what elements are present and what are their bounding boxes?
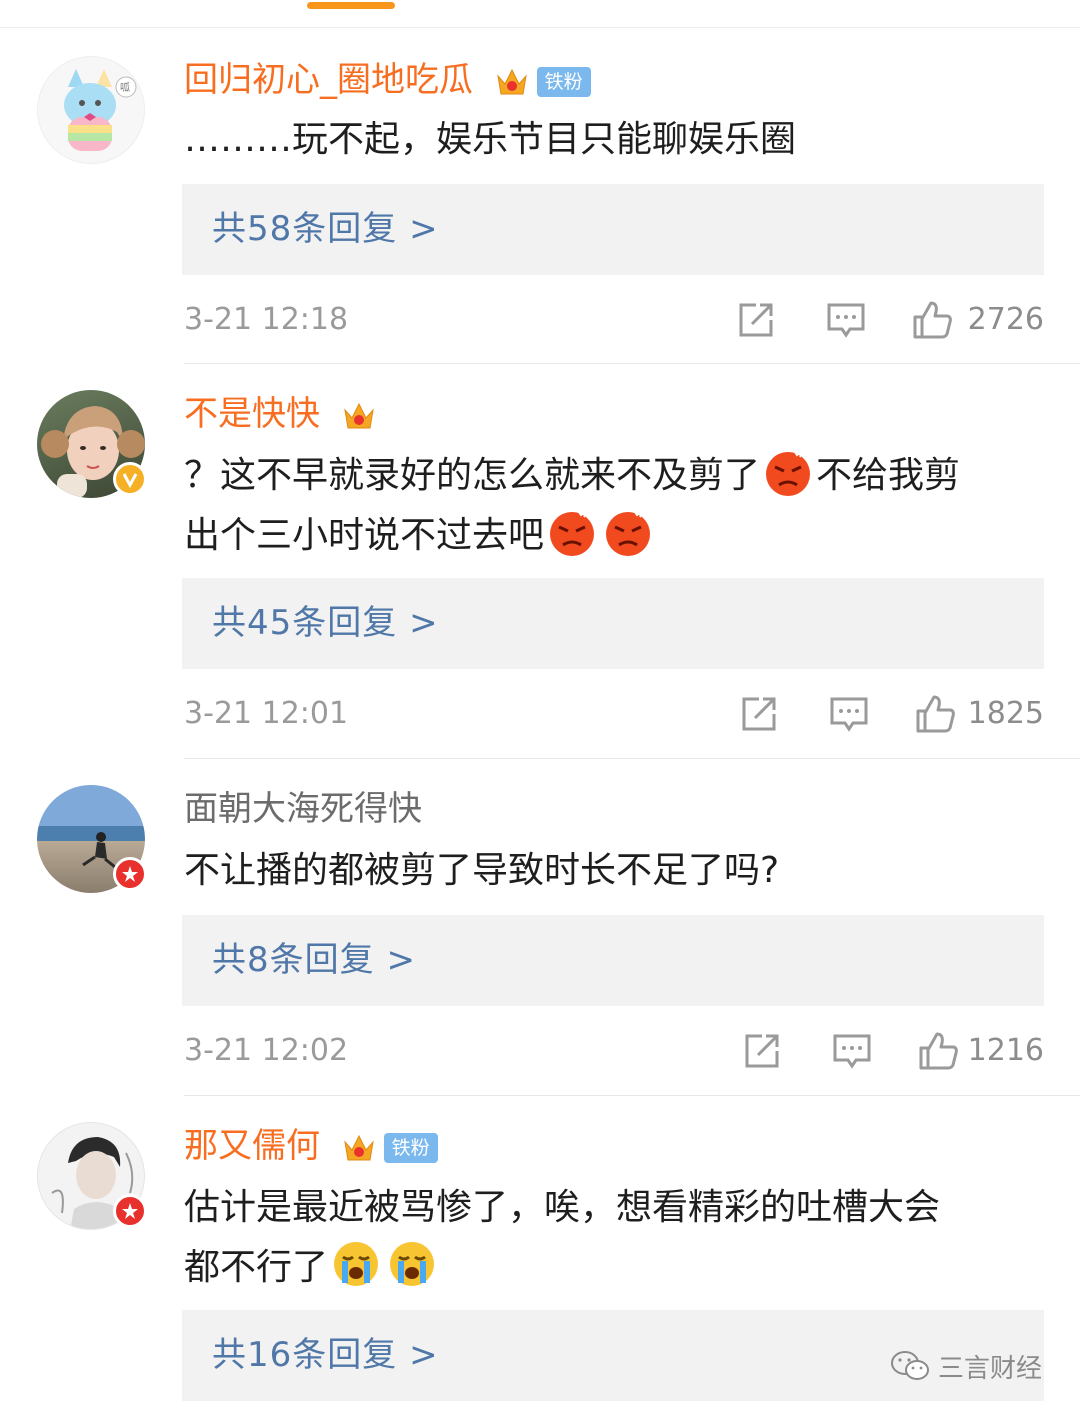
- watermark-text: 三言财经: [938, 1353, 1043, 1384]
- svg-text:呱: 呱: [120, 81, 130, 94]
- comment-item: 不是快快 ？这不早就录好的怎么就来不及剪了 不给我剪 出个三小时说不过去吧 共4…: [0, 364, 1080, 759]
- avatar[interactable]: [37, 390, 147, 498]
- username-text[interactable]: 面朝大海死得快: [184, 789, 422, 829]
- cat-avatar-image: 呱: [64, 69, 137, 151]
- comment-text-segment: 都不行了: [184, 1247, 329, 1288]
- watermark: 三言财经: [890, 1346, 1042, 1386]
- avatar[interactable]: [37, 1122, 147, 1230]
- crying-emoji-icon: [334, 1242, 379, 1286]
- username[interactable]: 面朝大海死得快: [184, 787, 422, 831]
- like-count: 1216: [967, 1033, 1044, 1068]
- comment-item: 呱 回归初心_圈地吃瓜 铁粉 ………玩不起，娱乐节目只能聊娱乐圈 共58条回复 …: [0, 28, 1080, 364]
- comment-meta: 3-21 12:18 2726: [184, 298, 1044, 342]
- comment-icon[interactable]: [826, 300, 866, 340]
- thumbs-up-icon[interactable]: [912, 300, 952, 340]
- share-icon[interactable]: [742, 1031, 782, 1071]
- wechat-icon: [891, 1351, 929, 1380]
- verified-badge: [113, 462, 147, 496]
- reply-box[interactable]: 共58条回复 >: [182, 184, 1044, 275]
- username[interactable]: 回归初心_圈地吃瓜 铁粉: [184, 58, 591, 102]
- username[interactable]: 不是快快: [184, 392, 377, 436]
- reply-box[interactable]: 共45条回复 >: [182, 578, 1044, 669]
- angry-emoji-icon: [606, 508, 651, 556]
- angry-emoji-icon: [766, 448, 811, 496]
- comment-text: ？这不早就录好的怎么就来不及剪了 不给我剪 出个三小时说不过去吧: [184, 446, 1054, 566]
- share-icon[interactable]: [736, 300, 776, 340]
- verified-v-icon: [122, 473, 138, 488]
- star-icon: [122, 1203, 138, 1219]
- comment-text-segment: 估计是最近被骂惨了，唉，想看精彩的吐槽大会: [184, 1187, 941, 1228]
- view-replies-link[interactable]: 共58条回复 >: [212, 184, 439, 275]
- timestamp: 3-21 12:01: [184, 696, 349, 731]
- crown-level-icon: [497, 68, 527, 94]
- comment-text: 估计是最近被骂惨了，唉，想看精彩的吐槽大会 都不行了: [184, 1178, 1054, 1298]
- username-text[interactable]: 回归初心_圈地吃瓜: [184, 60, 473, 100]
- thumbs-up-icon[interactable]: [915, 694, 955, 734]
- thumbs-up-icon[interactable]: [918, 1031, 958, 1071]
- member-badge: [113, 857, 147, 891]
- crown-level-icon: [344, 1134, 374, 1160]
- fan-badge: 铁粉: [383, 1132, 438, 1163]
- comment-text-segment: ？这不早就录好的怎么就来不及剪了: [184, 455, 761, 496]
- username-text[interactable]: 那又儒何: [184, 1126, 320, 1166]
- view-replies-link[interactable]: 共8条回复 >: [212, 915, 416, 1006]
- reply-box[interactable]: 共8条回复 >: [182, 915, 1044, 1006]
- star-icon: [122, 866, 138, 882]
- share-icon[interactable]: [739, 694, 779, 734]
- comment-meta: 3-21 12:01 1825: [184, 692, 1044, 736]
- comment-meta: 3-21 12:02 1216: [184, 1029, 1044, 1073]
- username[interactable]: 那又儒何 铁粉: [184, 1124, 438, 1168]
- view-replies-link[interactable]: 共45条回复 >: [212, 578, 439, 669]
- angry-emoji-icon: [550, 508, 595, 556]
- timestamp: 3-21 12:02: [184, 1033, 349, 1068]
- comment-text: ………玩不起，娱乐节目只能聊娱乐圈: [184, 119, 797, 160]
- timestamp: 3-21 12:18: [184, 302, 349, 337]
- comment-icon[interactable]: [829, 694, 869, 734]
- member-badge: [113, 1194, 147, 1228]
- avatar[interactable]: 呱: [37, 56, 145, 164]
- fan-badge: 铁粉: [536, 66, 591, 97]
- view-replies-link[interactable]: 共16条回复 >: [212, 1310, 439, 1401]
- crown-level-icon: [344, 402, 374, 428]
- active-tab-indicator: [307, 2, 395, 9]
- like-count: 1825: [967, 696, 1044, 731]
- comment-text: 不让播的都被剪了导致时长不足了吗?: [184, 850, 780, 891]
- comment-icon[interactable]: [832, 1031, 872, 1071]
- comment-item: 面朝大海死得快 不让播的都被剪了导致时长不足了吗? 共8条回复 > 3-21 1…: [0, 759, 1080, 1096]
- comment-text-segment: 出个三小时说不过去吧: [184, 515, 545, 556]
- like-count: 2726: [967, 302, 1044, 337]
- crying-emoji-icon: [390, 1242, 435, 1286]
- comment-text-segment: 不给我剪: [816, 455, 961, 496]
- username-text[interactable]: 不是快快: [184, 394, 320, 434]
- avatar[interactable]: [37, 785, 147, 893]
